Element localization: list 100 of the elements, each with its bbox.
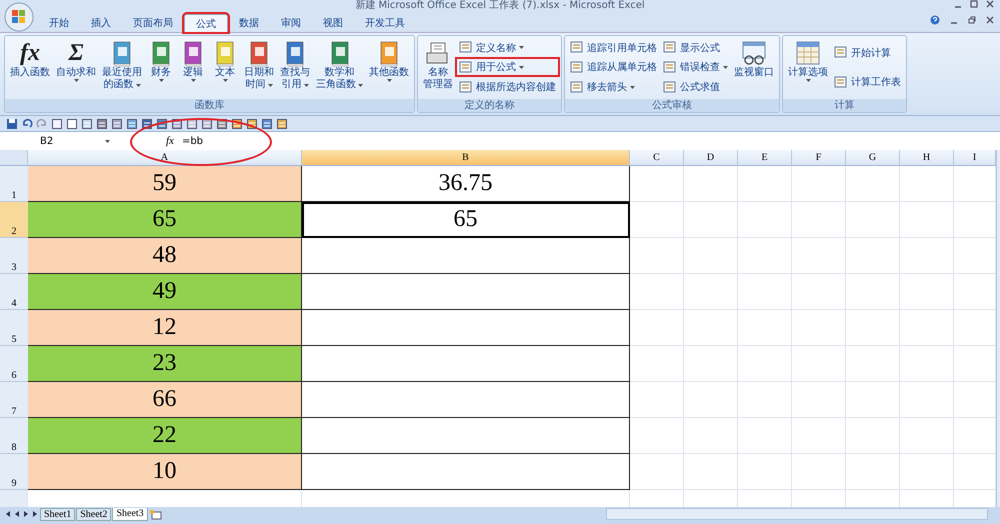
table-cell [792, 166, 846, 202]
table-cell [684, 310, 738, 346]
table-cell [684, 166, 738, 202]
insert-sheet-icon[interactable] [148, 508, 163, 520]
ribbon-tab[interactable]: 公式 [184, 14, 228, 32]
table-cell [630, 418, 684, 454]
table-cell [684, 454, 738, 490]
column-header[interactable]: D [684, 150, 738, 166]
ribbon-button[interactable]: 计算选项 [786, 38, 830, 97]
ribbon-tab[interactable]: 页面布局 [122, 14, 184, 32]
name-box[interactable]: B2 [0, 136, 114, 146]
ribbon-tab[interactable]: 开始 [38, 14, 80, 32]
column-header[interactable]: I [954, 150, 996, 166]
table-cell [738, 238, 792, 274]
toolbar-icon[interactable] [126, 118, 138, 130]
toolbar-icon[interactable] [66, 118, 78, 130]
row-header[interactable]: 5 [0, 310, 28, 346]
ribbon-button[interactable]: 日期和 时间 [242, 38, 276, 97]
ribbon-tab[interactable]: 插入 [80, 14, 122, 32]
ribbon-command[interactable]: 开始计算 [832, 44, 903, 61]
function-glyph: fx [20, 39, 40, 66]
toolbar-icon[interactable] [96, 118, 108, 130]
table-cell [846, 382, 900, 418]
ribbon-tab[interactable]: 数据 [228, 14, 270, 32]
toolbar-icon[interactable] [111, 118, 123, 130]
row-header[interactable]: 2 [0, 202, 28, 238]
ribbon-button[interactable]: 其他函数 [367, 38, 411, 97]
toolbar-icon[interactable] [261, 118, 273, 130]
toolbar-icon[interactable] [186, 118, 198, 130]
column-header[interactable]: H [900, 150, 954, 166]
toolbar-icon[interactable] [201, 118, 213, 130]
horizontal-scrollbar[interactable] [606, 508, 988, 520]
ribbon-command[interactable]: 定义名称 [457, 40, 558, 56]
undo-icon[interactable] [21, 118, 33, 130]
help-icon[interactable] [930, 15, 940, 25]
ribbon-command[interactable]: 错误检查 [661, 59, 730, 76]
ribbon-command[interactable]: 追踪引用单元格 [568, 40, 659, 56]
toolbar-icon[interactable] [141, 118, 153, 130]
row-header[interactable]: 3 [0, 238, 28, 274]
ribbon-button[interactable]: 文本 [210, 38, 240, 97]
formula-field[interactable]: =bb [182, 136, 204, 146]
sheet-tab[interactable]: Sheet3 [112, 508, 148, 520]
restore-icon[interactable] [968, 16, 976, 24]
table-cell [738, 454, 792, 490]
vertical-scrollbar[interactable] [996, 150, 1000, 507]
row-header[interactable]: 9 [0, 454, 28, 490]
ribbon-tab[interactable]: 视图 [312, 14, 354, 32]
row-header[interactable]: 1 [0, 166, 28, 202]
ribbon-command[interactable]: 追踪从属单元格 [568, 59, 659, 76]
table-cell [684, 418, 738, 454]
table-cell [846, 238, 900, 274]
toolbar-icon[interactable] [81, 118, 93, 130]
command-icon [834, 46, 848, 60]
ribbon-button[interactable]: 数学和 三角函数 [314, 38, 365, 97]
table-cell: 59 [28, 166, 302, 202]
table-cell: 65 [28, 202, 302, 238]
ribbon-button[interactable]: Σ 自动求和 [54, 38, 98, 97]
ribbon-button[interactable]: 最近使用 的函数 [100, 38, 144, 97]
table-cell [792, 202, 846, 238]
table-cell [792, 346, 846, 382]
ribbon-tab[interactable]: 审阅 [270, 14, 312, 32]
column-header[interactable]: B [302, 150, 630, 166]
maximize-icon[interactable] [970, 0, 978, 8]
row-header[interactable]: 4 [0, 274, 28, 310]
row-header[interactable]: 7 [0, 382, 28, 418]
table-cell [846, 346, 900, 382]
ribbon-command[interactable]: 公式求值 [661, 79, 730, 96]
ribbon-button[interactable]: 名称 管理器 [421, 38, 455, 97]
ribbon-command[interactable]: 用于公式 [457, 59, 558, 76]
column-header[interactable]: E [738, 150, 792, 166]
sheet-tab[interactable]: Sheet2 [76, 508, 112, 520]
ribbon-tab[interactable]: 开发工具 [354, 14, 416, 32]
ribbon-command[interactable]: 计算工作表 [832, 74, 903, 90]
table-cell [900, 418, 954, 454]
column-header[interactable]: G [846, 150, 900, 166]
close-icon[interactable] [986, 16, 994, 24]
sheet-tab[interactable]: Sheet1 [40, 508, 76, 520]
column-header[interactable]: C [630, 150, 684, 166]
column-header[interactable]: A [28, 150, 302, 166]
ribbon-button[interactable]: 财务 [146, 38, 176, 97]
function-glyph: Σ [68, 39, 84, 66]
close-icon[interactable] [986, 0, 994, 8]
ribbon-button[interactable]: 监视窗口 [732, 38, 776, 97]
table-cell [684, 238, 738, 274]
toolbar-icon[interactable] [51, 118, 63, 130]
ribbon-command[interactable]: 根据所选内容创建 [457, 79, 558, 96]
ribbon-button[interactable]: 逻辑 [178, 38, 208, 97]
ribbon-button[interactable]: fx 插入函数 [8, 38, 52, 97]
row-header[interactable]: 8 [0, 418, 28, 454]
save-icon[interactable] [6, 118, 18, 130]
toolbar-icon[interactable] [276, 118, 288, 130]
row-header[interactable]: 6 [0, 346, 28, 382]
insert-function-button[interactable]: fx [162, 135, 178, 147]
table-cell: 12 [28, 310, 302, 346]
ribbon-command[interactable]: 移去箭头 [568, 79, 659, 96]
table-cell: 66 [28, 382, 302, 418]
ribbon-command[interactable]: 显示公式 [661, 40, 730, 56]
column-header[interactable]: F [792, 150, 846, 166]
ribbon-button[interactable]: 查找与 引用 [278, 38, 312, 97]
table-cell [738, 202, 792, 238]
